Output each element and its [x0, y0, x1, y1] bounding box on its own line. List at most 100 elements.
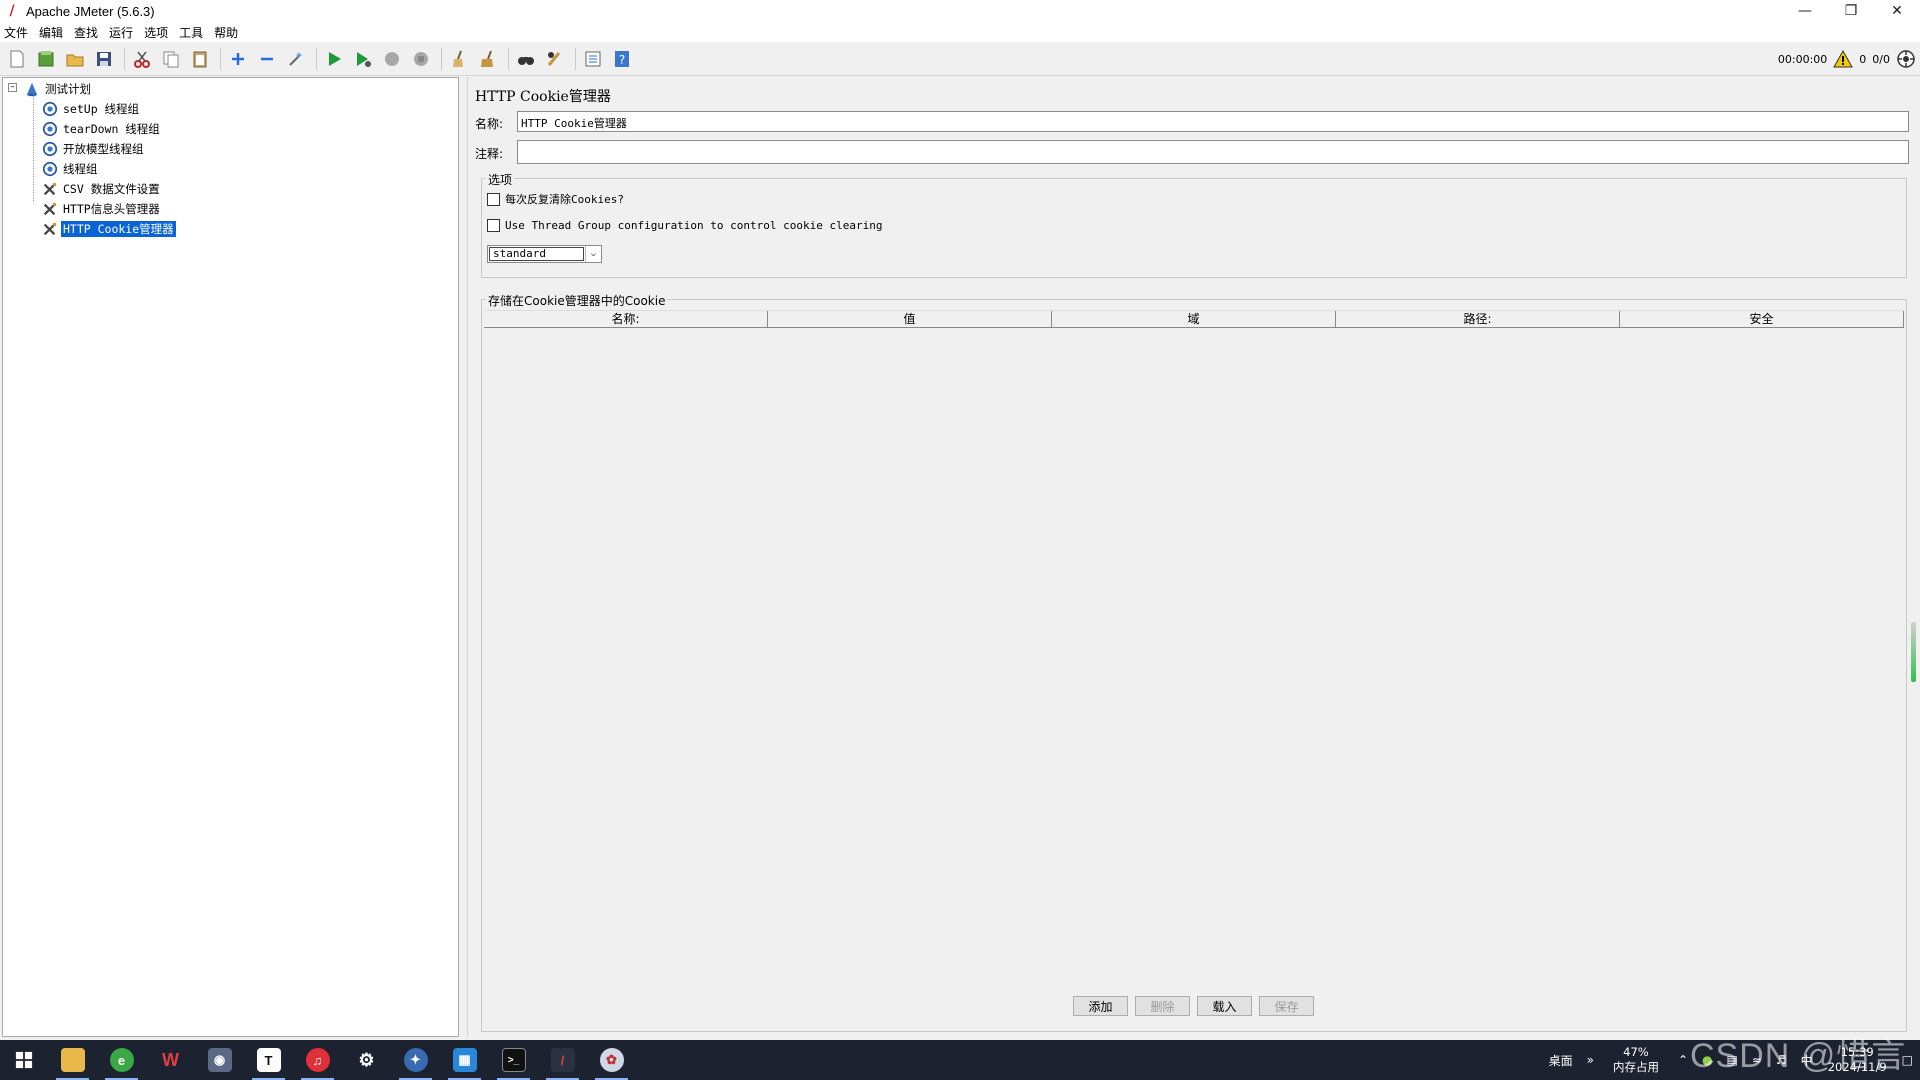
browser-icon: e — [109, 1048, 134, 1072]
tree-node-http-cookie-manager[interactable]: HTTP Cookie管理器 — [41, 220, 176, 238]
tree-node-thread-group[interactable]: 线程组 — [41, 160, 100, 178]
reset-search-button[interactable] — [542, 46, 568, 72]
clear-button[interactable] — [446, 46, 472, 72]
close-button[interactable]: ✕ — [1874, 0, 1920, 22]
warning-icon[interactable] — [1833, 49, 1854, 69]
menu-help[interactable]: 帮助 — [214, 24, 238, 41]
taskbar-terminal[interactable]: >_ — [489, 1040, 538, 1080]
desktop-label[interactable]: 桌面 — [1549, 1052, 1573, 1069]
taskbar-browser[interactable]: e — [97, 1040, 146, 1080]
minimize-button[interactable]: — — [1782, 0, 1828, 22]
taskbar-paint[interactable]: ✿ — [587, 1040, 636, 1080]
title-bar: / Apache JMeter (5.6.3) — ❐ ✕ — [0, 0, 1920, 22]
menu-run[interactable]: 运行 — [109, 24, 133, 41]
add-button[interactable]: 添加 — [1073, 996, 1128, 1016]
name-label: 名称: — [475, 117, 504, 131]
column-name[interactable]: 名称: — [484, 311, 768, 327]
taskbar-camera[interactable]: ◉ — [195, 1040, 244, 1080]
menu-file[interactable]: 文件 — [4, 24, 28, 41]
reset-search-icon — [547, 51, 561, 66]
memory-usage[interactable]: 47% 内存占用 — [1613, 1045, 1659, 1075]
config-element-icon — [41, 180, 59, 198]
toolbar-separator — [316, 47, 317, 70]
tree-node-setup-thread-group[interactable]: setUp 线程组 — [41, 100, 141, 118]
new-button[interactable] — [4, 46, 30, 72]
help-book-icon: ? — [615, 50, 629, 67]
copy-button[interactable] — [158, 46, 184, 72]
comment-field[interactable] — [517, 140, 1909, 164]
shutdown-button[interactable] — [408, 46, 434, 72]
terminal-icon: >_ — [501, 1048, 526, 1072]
tree-node-open-model-thread-group[interactable]: 开放模型线程组 — [41, 140, 146, 158]
chevron-up-icon[interactable]: ⌃ — [1678, 1053, 1688, 1067]
taskbar-music[interactable]: ♫ — [293, 1040, 342, 1080]
open-button[interactable] — [62, 46, 88, 72]
use-thread-group-option[interactable]: Use Thread Group configuration to contro… — [487, 219, 883, 232]
tree-label: CSV 数据文件设置 — [63, 182, 160, 196]
column-path[interactable]: 路径: — [1336, 311, 1620, 327]
tree-node-teardown-thread-group[interactable]: tearDown 线程组 — [41, 120, 162, 138]
templates-button[interactable] — [33, 46, 59, 72]
paint-icon: ✿ — [599, 1048, 624, 1072]
chevron-right-icon[interactable]: » — [1587, 1053, 1594, 1067]
toggle-wand-icon — [289, 51, 302, 66]
start-button[interactable] — [321, 46, 347, 72]
cookies-group: 存储在Cookie管理器中的Cookie 名称: 值 域 路径: 安全 添加 删… — [481, 292, 1907, 1032]
tree-label: tearDown 线程组 — [63, 122, 160, 136]
test-plan-tree[interactable]: – 测试计划 setUp 线程组 tearDown 线程组 开放模型线程组 线程… — [2, 77, 459, 1037]
taskbar-notes[interactable]: ▦ — [440, 1040, 489, 1080]
taskbar-wps[interactable]: W — [146, 1040, 195, 1080]
save-button[interactable] — [91, 46, 117, 72]
thread-group-icon — [41, 140, 59, 158]
collapse-all-button[interactable] — [254, 46, 280, 72]
clear-each-iteration-checkbox[interactable] — [487, 192, 500, 206]
scissors-icon — [134, 51, 150, 68]
start-button[interactable] — [0, 1040, 48, 1080]
save-cookies-button[interactable]: 保存 — [1259, 996, 1314, 1016]
restore-button[interactable]: ❐ — [1828, 0, 1874, 22]
collapse-toggle[interactable]: – — [8, 83, 17, 92]
taskbar-settings[interactable]: ⚙ — [342, 1040, 391, 1080]
column-secure[interactable]: 安全 — [1620, 311, 1904, 327]
tree-label: 测试计划 — [45, 82, 91, 96]
chevron-down-icon[interactable]: ⌵ — [585, 246, 601, 262]
clear-each-iteration-option[interactable]: 每次反复清除Cookies? — [487, 191, 624, 207]
column-value[interactable]: 值 — [768, 311, 1052, 327]
name-field[interactable]: HTTP Cookie管理器 — [517, 111, 1909, 132]
menu-edit[interactable]: 编辑 — [39, 24, 63, 41]
toolbar-separator — [124, 47, 125, 70]
taskbar-app-bird[interactable]: ✦ — [391, 1040, 440, 1080]
menu-bar: 文件 编辑 查找 运行 选项 工具 帮助 — [0, 22, 1920, 42]
use-thread-group-checkbox[interactable] — [487, 219, 500, 232]
help-button[interactable]: ? — [609, 46, 635, 72]
panel-splitter[interactable] — [459, 77, 467, 1037]
toggle-button[interactable] — [283, 46, 309, 72]
gear-icon: ⚙ — [354, 1048, 379, 1072]
delete-button[interactable]: 删除 — [1135, 996, 1190, 1016]
search-button[interactable] — [513, 46, 539, 72]
tree-node-csv-data-set[interactable]: CSV 数据文件设置 — [41, 180, 162, 198]
taskbar-file-explorer[interactable] — [48, 1040, 97, 1080]
paste-button[interactable] — [187, 46, 213, 72]
clear-all-button[interactable] — [475, 46, 501, 72]
options-group: 选项 每次反复清除Cookies? Use Thread Group confi… — [481, 171, 1907, 278]
menu-search[interactable]: 查找 — [74, 24, 98, 41]
start-no-pauses-button[interactable] — [350, 46, 376, 72]
taskbar-jmeter[interactable]: / — [538, 1040, 587, 1080]
stop-button[interactable] — [379, 46, 405, 72]
function-helper-button[interactable] — [580, 46, 606, 72]
copy-icon — [163, 51, 179, 67]
menu-tools[interactable]: 工具 — [179, 24, 203, 41]
tree-node-http-header-manager[interactable]: HTTP信息头管理器 — [41, 200, 162, 218]
cookie-policy-select[interactable]: standard ⌵ — [487, 245, 602, 263]
cut-button[interactable] — [129, 46, 155, 72]
load-button[interactable]: 载入 — [1197, 996, 1252, 1016]
expand-all-button[interactable] — [225, 46, 251, 72]
taskbar-typora[interactable]: T — [244, 1040, 293, 1080]
list-icon — [585, 51, 601, 66]
menu-options[interactable]: 选项 — [144, 24, 168, 41]
shutdown-icon — [414, 51, 428, 66]
folder-icon — [60, 1048, 85, 1072]
column-domain[interactable]: 域 — [1052, 311, 1336, 327]
warning-count: 0 — [1859, 52, 1867, 66]
